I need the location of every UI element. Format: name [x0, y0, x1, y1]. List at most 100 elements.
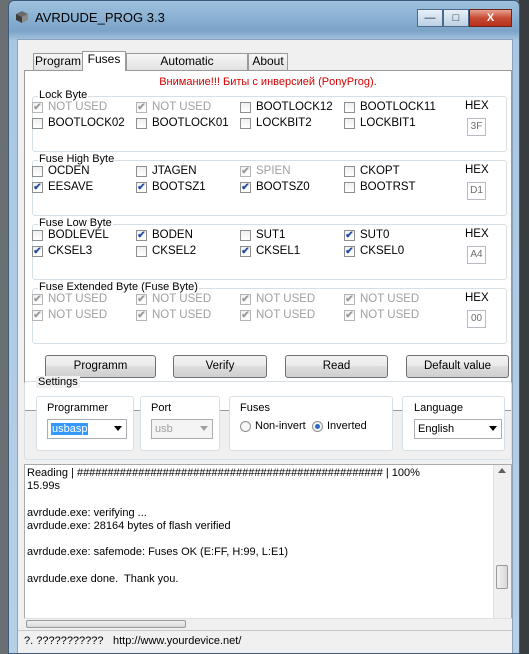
- hex-label: HEX: [465, 164, 489, 176]
- fuse-bit-checkbox[interactable]: ✔ EESAVE: [32, 181, 93, 193]
- inverted-radio[interactable]: Inverted: [312, 420, 367, 432]
- hex-label: HEX: [465, 292, 489, 304]
- fuse-bit-checkbox[interactable]: BODLEVEL: [32, 229, 109, 241]
- maximize-button[interactable]: □: [443, 9, 469, 27]
- fuse-bit-label: NOT USED: [360, 293, 420, 305]
- fuse-bit-checkbox[interactable]: LOCKBIT1: [344, 117, 416, 129]
- client-area: Program Fuses Automatic programming Abou…: [17, 39, 513, 653]
- fuse-bit-checkbox[interactable]: BOOTRST: [344, 181, 416, 193]
- fuse-bit-checkbox[interactable]: BOOTLOCK12: [240, 101, 333, 113]
- fuse-bit-checkbox[interactable]: ✔ SUT0: [344, 229, 389, 241]
- program-button[interactable]: Programm: [45, 355, 156, 378]
- hex-value-field[interactable]: D1: [467, 182, 486, 200]
- checkmark-icon: ✔: [240, 309, 251, 321]
- fuse-bit-checkbox[interactable]: JTAGEN: [136, 165, 197, 177]
- programmer-value: usbasp: [51, 423, 89, 435]
- read-button[interactable]: Read: [285, 355, 388, 378]
- fuse-bit-checkbox[interactable]: OCDEN: [32, 165, 90, 177]
- fuse-bit-label: BODEN: [152, 229, 193, 241]
- fuse-bit-checkbox[interactable]: SUT1: [240, 229, 285, 241]
- fuse-bit-checkbox: ✔ NOT USED: [240, 293, 315, 305]
- checkmark-icon: ✔: [136, 229, 147, 241]
- group-title: Fuse Low Byte: [38, 217, 113, 229]
- fuse-bit-checkbox: ✔ NOT USED: [136, 101, 211, 113]
- scroll-up-icon[interactable]: [498, 468, 506, 473]
- vertical-scroll-thumb[interactable]: [496, 565, 508, 589]
- checkmark-icon: ✔: [136, 181, 147, 193]
- group-title: Fuse High Byte: [38, 153, 116, 165]
- fuse-bit-label: JTAGEN: [152, 165, 197, 177]
- hex-value-field[interactable]: 00: [467, 310, 486, 328]
- group-title: Lock Byte: [38, 89, 89, 101]
- log-output[interactable]: Reading | ##############################…: [24, 464, 512, 630]
- app-window: AVRDUDE_PROG 3.3 — □ X Program Fuses Aut…: [8, 0, 520, 654]
- vertical-scrollbar[interactable]: [493, 465, 511, 629]
- fuse-bit-checkbox: ✔ NOT USED: [136, 293, 211, 305]
- checkmark-icon: ✔: [344, 293, 355, 305]
- radio-circle: [312, 420, 323, 432]
- window-title: AVRDUDE_PROG 3.3: [35, 10, 165, 25]
- tab-program[interactable]: Program: [33, 53, 83, 70]
- hex-value-field[interactable]: 3F: [467, 118, 486, 136]
- tab-automatic-programming[interactable]: Automatic programming: [126, 53, 248, 83]
- fuse-bit-label: NOT USED: [256, 293, 316, 305]
- tab-fuses[interactable]: Fuses: [82, 51, 126, 71]
- fuse-bit-checkbox[interactable]: BOOTLOCK11: [344, 101, 436, 113]
- minimize-button[interactable]: —: [417, 9, 443, 27]
- programmer-select[interactable]: usbasp: [47, 419, 127, 439]
- fuse-bit-label: BOOTLOCK01: [152, 117, 229, 129]
- fuse-bit-checkbox[interactable]: ✔ BOOTSZ0: [240, 181, 310, 193]
- checkmark-icon: ✔: [32, 293, 43, 305]
- fuse-bit-checkbox[interactable]: ✔ CKSEL0: [344, 245, 404, 257]
- verify-button[interactable]: Verify: [173, 355, 267, 378]
- fuse-bit-checkbox[interactable]: CKOPT: [344, 165, 400, 177]
- non-invert-radio[interactable]: Non-invert: [240, 420, 306, 432]
- background-desktop: [519, 0, 529, 654]
- log-line: Reading | ##############################…: [27, 467, 420, 479]
- chevron-down-icon: [114, 426, 122, 431]
- fuse-bit-checkbox[interactable]: ✔ BOOTSZ1: [136, 181, 206, 193]
- fuse-bit-checkbox[interactable]: BOOTLOCK01: [136, 117, 229, 129]
- checkmark-icon: ✔: [344, 245, 355, 257]
- fuse-bit-label: CKSEL0: [360, 245, 405, 257]
- log-line: avrdude.exe: 28164 bytes of flash verifi…: [27, 519, 231, 532]
- fuses-panel: Внимание!!! Биты с инверсией (PonyProg).…: [24, 70, 512, 411]
- checkmark-icon: ✔: [32, 101, 43, 113]
- log-line: avrdude.exe: verifying ...: [27, 506, 147, 519]
- language-select[interactable]: English: [414, 419, 502, 439]
- fuse-bit-label: OCDEN: [48, 165, 90, 177]
- fuse-bit-label: NOT USED: [48, 101, 108, 113]
- checkmark-icon: ✔: [240, 293, 251, 305]
- title-bar[interactable]: AVRDUDE_PROG 3.3 — □ X: [9, 1, 519, 39]
- log-line: avrdude.exe: safemode: Fuses OK (E:FF, H…: [27, 546, 289, 559]
- chevron-down-icon: [200, 426, 208, 431]
- fuse-bit-checkbox[interactable]: BOOTLOCK02: [32, 117, 125, 129]
- port-select[interactable]: usb: [151, 419, 213, 439]
- fuse-bit-checkbox[interactable]: ✔ CKSEL1: [240, 245, 300, 257]
- fuse-bit-checkbox[interactable]: ✔ CKSEL3: [32, 245, 92, 257]
- fuse-bit-label: NOT USED: [360, 309, 420, 321]
- hex-value-field[interactable]: A4: [467, 246, 486, 264]
- log-line: 15.99s: [27, 480, 61, 493]
- fuse-bit-checkbox: ✔ NOT USED: [32, 309, 107, 321]
- default-value-button[interactable]: Default value: [406, 355, 509, 378]
- close-button[interactable]: X: [469, 9, 512, 27]
- inversion-warning: Внимание!!! Биты с инверсией (PonyProg).: [159, 76, 377, 88]
- fuse-bit-label: BOOTSZ1: [152, 181, 206, 193]
- radio-circle: [240, 420, 251, 432]
- fuse-bit-label: NOT USED: [152, 293, 212, 305]
- fuse-bit-checkbox[interactable]: CKSEL2: [136, 245, 196, 257]
- horizontal-scroll-thumb[interactable]: [26, 620, 186, 628]
- fuse-bit-label: NOT USED: [152, 309, 212, 321]
- status-url[interactable]: http://www.yourdevice.net/: [113, 635, 241, 647]
- checkbox-box: [136, 245, 147, 257]
- fuse-bit-label: BOOTLOCK11: [360, 101, 436, 113]
- tab-about[interactable]: About: [248, 53, 288, 70]
- hex-label: HEX: [465, 100, 489, 112]
- fuse-bit-checkbox: ✔ NOT USED: [136, 309, 211, 321]
- fuse-bit-label: CKSEL2: [152, 245, 197, 257]
- checkbox-box: [240, 117, 251, 129]
- fuse-bit-checkbox[interactable]: ✔ BODEN: [136, 229, 193, 241]
- fuse-bit-checkbox: ✔ NOT USED: [344, 309, 419, 321]
- fuse-bit-checkbox[interactable]: LOCKBIT2: [240, 117, 312, 129]
